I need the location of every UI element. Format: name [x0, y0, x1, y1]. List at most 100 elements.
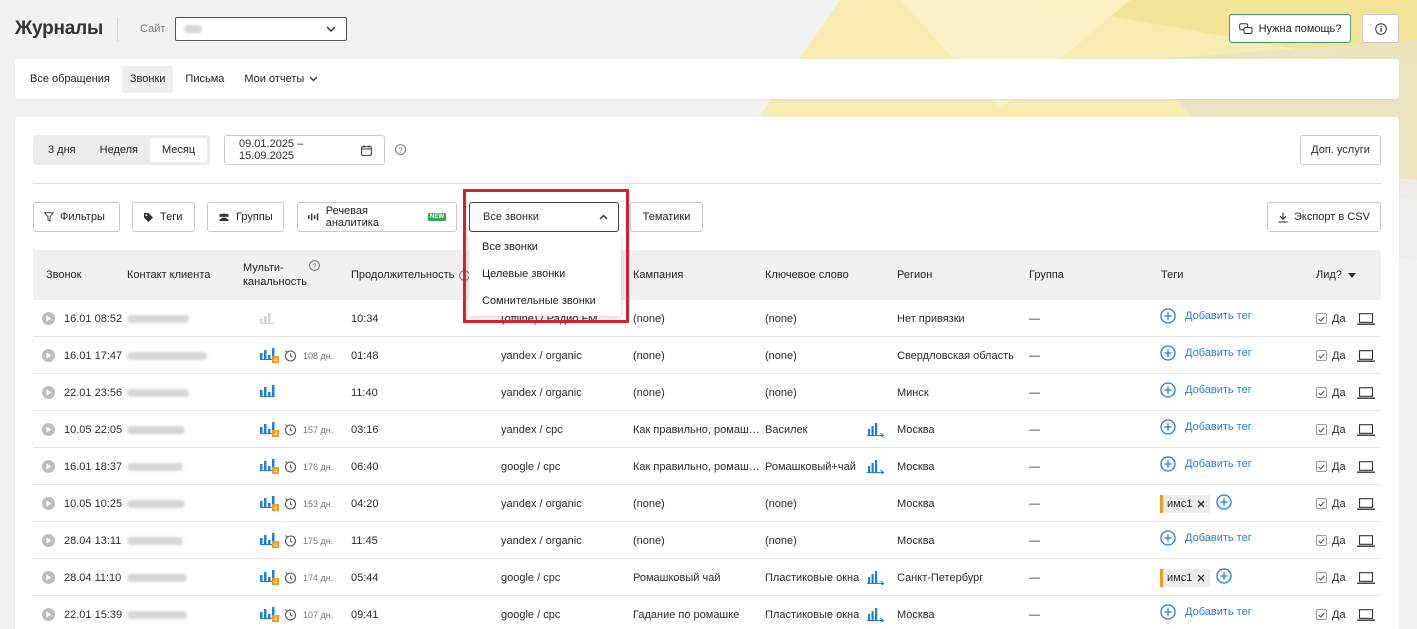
- laptop-button[interactable]: [1357, 411, 1375, 448]
- lead-cell[interactable]: Да: [1316, 485, 1346, 522]
- add-tag-button[interactable]: Добавить тег: [1160, 593, 1252, 629]
- topics-button[interactable]: Тематики: [630, 202, 703, 232]
- laptop-button[interactable]: [1357, 448, 1375, 485]
- col-region[interactable]: Регион: [897, 250, 932, 300]
- laptop-button[interactable]: [1357, 485, 1375, 522]
- add-tag-button[interactable]: [1216, 494, 1232, 513]
- help-button[interactable]: Нужна помощь?: [1229, 14, 1351, 43]
- tab-my-reports[interactable]: Мои отчеты: [236, 66, 326, 93]
- lead-checkbox[interactable]: [1316, 498, 1327, 509]
- col-keyword[interactable]: Ключевое слово: [765, 250, 849, 300]
- tab-calls[interactable]: Звонки: [121, 65, 174, 93]
- add-tag-button[interactable]: Добавить тег: [1160, 445, 1252, 482]
- add-tag-button[interactable]: Добавить тег: [1160, 297, 1252, 334]
- multichannel-cell[interactable]: 4 153 дн.: [260, 485, 333, 522]
- col-multichannel[interactable]: Мульти- канальность: [243, 250, 307, 300]
- period-week[interactable]: Неделя: [88, 138, 150, 162]
- add-tag-button[interactable]: Добавить тег: [1160, 408, 1252, 445]
- play-button[interactable]: [42, 559, 55, 596]
- play-button[interactable]: [42, 596, 55, 629]
- lead-checkbox[interactable]: [1316, 609, 1327, 620]
- multichannel-cell[interactable]: [260, 300, 274, 337]
- multichannel-cell[interactable]: 4 108 дн.: [260, 337, 333, 374]
- lead-cell[interactable]: Да: [1316, 411, 1346, 448]
- export-csv-button[interactable]: Экспорт в CSV: [1267, 202, 1381, 232]
- table-row[interactable]: 28.04 13:11 4 175 дн. 11:45 yandex / organic…: [33, 522, 1381, 559]
- table-row[interactable]: 10.05 10:25 4 153 дн. 04:20 yandex / organic…: [33, 485, 1381, 522]
- col-tags[interactable]: Теги: [1161, 250, 1183, 300]
- col-call[interactable]: Звонок: [46, 250, 82, 300]
- table-row[interactable]: 22.01 15:39 4 107 дн. 09:41 google / cpc Гада…: [33, 596, 1381, 629]
- laptop-button[interactable]: [1357, 596, 1375, 629]
- table-row[interactable]: 28.04 11:10 4 174 дн. 05:44 google / cpc Рома…: [33, 559, 1381, 596]
- lead-checkbox[interactable]: [1316, 572, 1327, 583]
- multichannel-cell[interactable]: 4 175 дн.: [260, 522, 333, 559]
- speech-analytics-button[interactable]: Речевая аналитика NEW: [297, 202, 457, 232]
- lead-checkbox[interactable]: [1316, 424, 1327, 435]
- play-button[interactable]: [42, 522, 55, 559]
- play-button[interactable]: [42, 374, 55, 411]
- add-tag-button[interactable]: Добавить тег: [1160, 334, 1252, 371]
- close-icon[interactable]: [1197, 500, 1205, 508]
- lead-checkbox[interactable]: [1316, 461, 1327, 472]
- info-button[interactable]: [1362, 14, 1399, 43]
- play-button[interactable]: [42, 411, 55, 448]
- period-3-days[interactable]: 3 дня: [36, 138, 88, 162]
- lead-cell[interactable]: Да: [1316, 596, 1346, 629]
- tab-letters[interactable]: Письма: [177, 66, 232, 93]
- multichannel-cell[interactable]: 4 157 дн.: [260, 411, 333, 448]
- keyword-stats-button[interactable]: [867, 596, 885, 629]
- play-button[interactable]: [42, 300, 55, 337]
- groups-button[interactable]: Группы: [207, 202, 284, 232]
- lead-cell[interactable]: Да: [1316, 374, 1346, 411]
- question-icon[interactable]: ?: [309, 260, 320, 271]
- dropdown-option-target-calls[interactable]: Целевые звонки: [469, 260, 621, 287]
- dropdown-option-all-calls[interactable]: Все звонки: [469, 233, 621, 260]
- table-row[interactable]: 10.05 22:05 4 157 дн. 03:16 yandex / cpc Как …: [33, 411, 1381, 448]
- tags-button[interactable]: Теги: [132, 202, 195, 232]
- col-contact[interactable]: Контакт клиента: [127, 250, 210, 300]
- lead-cell[interactable]: Да: [1316, 448, 1346, 485]
- filters-button[interactable]: Фильтры: [33, 202, 120, 232]
- lead-checkbox[interactable]: [1316, 535, 1327, 546]
- table-row[interactable]: 16.01 18:37 4 176 дн. 06:40 google / cpc Как …: [33, 448, 1381, 485]
- date-range-field[interactable]: 09.01.2025 – 15.09.2025: [224, 135, 385, 165]
- table-row[interactable]: 16.01 17:47 4 108 дн. 01:48 yandex / organic…: [33, 337, 1381, 374]
- col-lead[interactable]: Лид?: [1316, 250, 1356, 300]
- play-button[interactable]: [42, 448, 55, 485]
- table-row[interactable]: 22.01 23:56 11:40 yandex / organic (none) (n…: [33, 374, 1381, 411]
- laptop-button[interactable]: [1357, 522, 1375, 559]
- tab-all-requests[interactable]: Все обращения: [22, 66, 118, 93]
- site-select[interactable]: [175, 17, 348, 41]
- dropdown-option-doubtful-calls[interactable]: Сомнительные звонки: [469, 287, 621, 314]
- question-icon[interactable]: ?: [395, 144, 406, 155]
- keyword-stats-button[interactable]: [867, 448, 885, 485]
- extra-services-button[interactable]: Доп. услуги: [1300, 135, 1381, 165]
- add-tag-button[interactable]: Добавить тег: [1160, 371, 1252, 408]
- laptop-button[interactable]: [1357, 300, 1375, 337]
- calls-type-select[interactable]: Все звонки: [469, 202, 619, 232]
- col-group[interactable]: Группа: [1029, 250, 1064, 300]
- multichannel-cell[interactable]: 4 107 дн.: [260, 596, 333, 629]
- multichannel-cell[interactable]: [260, 374, 280, 411]
- keyword-stats-button[interactable]: [867, 559, 885, 596]
- play-button[interactable]: [42, 485, 55, 522]
- close-icon[interactable]: [1197, 574, 1205, 582]
- lead-cell[interactable]: Да: [1316, 559, 1346, 596]
- laptop-button[interactable]: [1357, 374, 1375, 411]
- keyword-stats-button[interactable]: [867, 411, 885, 448]
- laptop-button[interactable]: [1357, 559, 1375, 596]
- col-duration[interactable]: Продолжительность: [351, 250, 454, 300]
- period-month[interactable]: Месяц: [150, 138, 208, 162]
- col-campaign[interactable]: Кампания: [633, 250, 683, 300]
- lead-cell[interactable]: Да: [1316, 522, 1346, 559]
- add-tag-button[interactable]: [1216, 568, 1232, 587]
- lead-checkbox[interactable]: [1316, 350, 1327, 361]
- lead-cell[interactable]: Да: [1316, 337, 1346, 374]
- lead-checkbox[interactable]: [1316, 313, 1327, 324]
- play-button[interactable]: [42, 337, 55, 374]
- table-row[interactable]: 16.01 08:52 10:34 (offline) / Радио FM (non…: [33, 300, 1381, 337]
- lead-cell[interactable]: Да: [1316, 300, 1346, 337]
- add-tag-button[interactable]: Добавить тег: [1160, 519, 1252, 556]
- multichannel-cell[interactable]: 4 174 дн.: [260, 559, 333, 596]
